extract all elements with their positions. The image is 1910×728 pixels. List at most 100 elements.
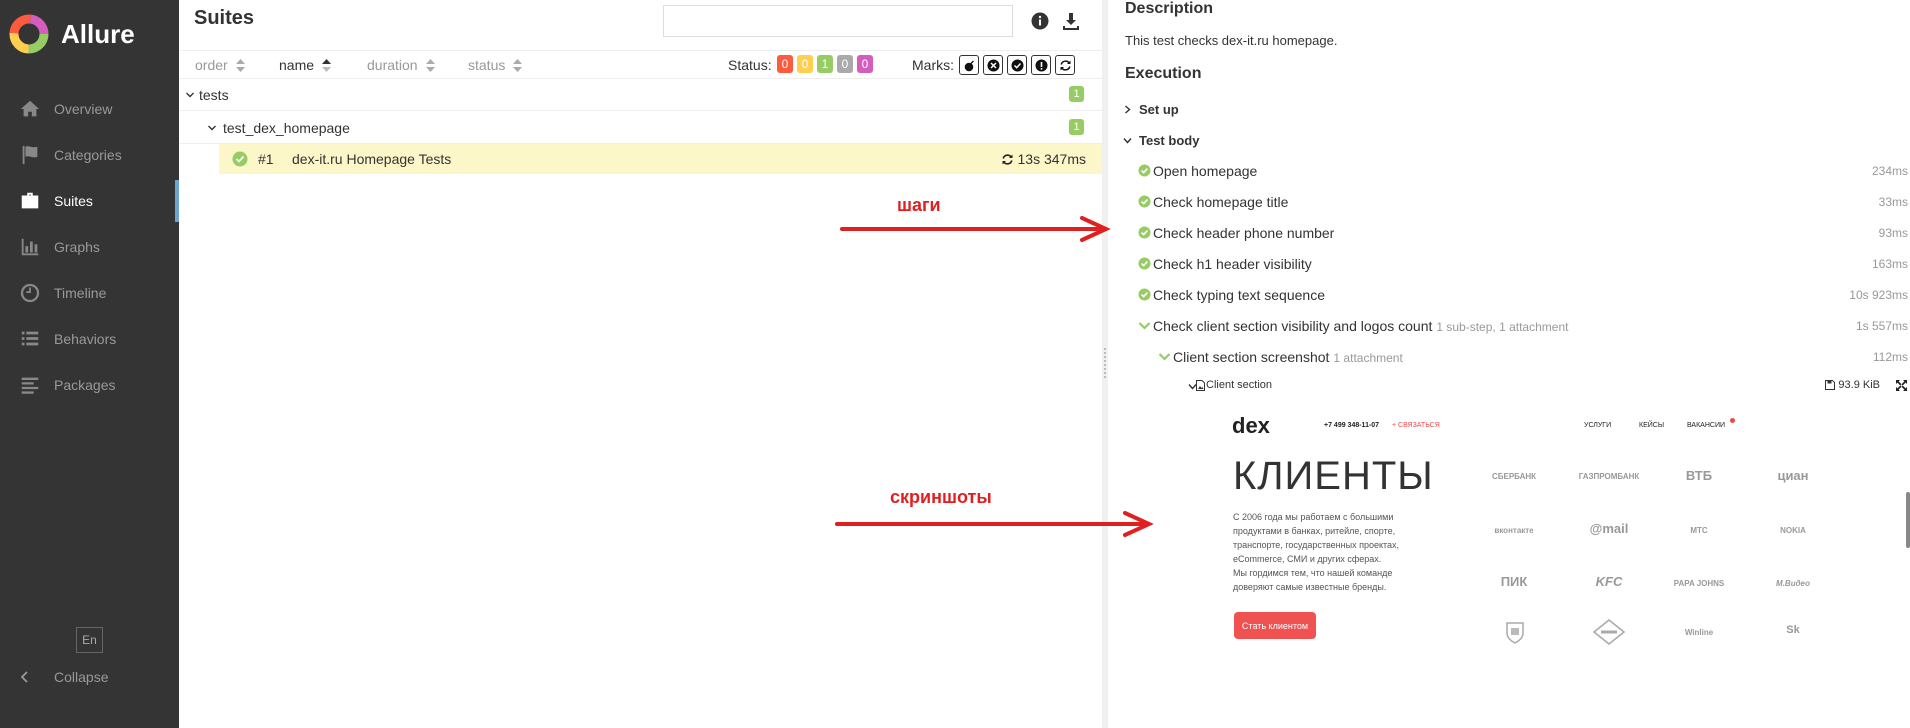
- download-icon[interactable]: [1060, 10, 1082, 32]
- step-meta: 1 attachment: [1333, 351, 1403, 365]
- sort-by-duration[interactable]: duration: [367, 57, 435, 73]
- chevron-down-icon: [186, 92, 194, 98]
- times-circle-icon: [987, 59, 999, 71]
- description-heading: Description: [1125, 0, 1214, 17]
- chevron-down-icon: [1138, 322, 1151, 330]
- sort-label: name: [279, 57, 315, 73]
- step-duration: 10s 923ms: [1849, 288, 1908, 302]
- passed-status-icon: [1138, 226, 1151, 239]
- step-row[interactable]: Check typing text sequence 10s 923ms: [1138, 284, 1910, 306]
- sidebar-item-packages[interactable]: Packages: [0, 362, 179, 408]
- client-logo: PAPA JOHNS: [1673, 579, 1725, 588]
- mark-new-broken-toggle[interactable]: [1031, 55, 1051, 75]
- chevron-down-icon: [1123, 137, 1132, 144]
- test-duration-value: 13s 347ms: [1017, 151, 1086, 167]
- step-name: Check h1 header visibility: [1153, 256, 1312, 272]
- scrollbar-thumb[interactable]: [1906, 492, 1910, 548]
- chevron-left-icon: [20, 671, 28, 683]
- sort-by-order[interactable]: order: [195, 57, 245, 73]
- test-body-section[interactable]: Test body: [1123, 130, 1199, 150]
- setup-section[interactable]: Set up: [1123, 99, 1179, 119]
- status-skipped-toggle[interactable]: 0: [837, 55, 853, 73]
- mark-retries-toggle[interactable]: [1055, 55, 1075, 75]
- page-title: Suites: [194, 7, 255, 29]
- sidebar-item-categories[interactable]: Categories: [0, 132, 179, 178]
- refresh-icon: [1059, 59, 1071, 71]
- sidebar-item-label: Graphs: [54, 239, 100, 255]
- language-switch[interactable]: En: [76, 627, 103, 653]
- collapse-button[interactable]: Collapse: [18, 664, 108, 690]
- home-icon: [18, 97, 42, 121]
- client-logo: СБЕРБАНК: [1491, 472, 1537, 481]
- client-logo: ПИК: [1500, 574, 1528, 589]
- mark-flaky-toggle[interactable]: [959, 55, 979, 75]
- shot-description: С 2006 года мы работаем с большими проду…: [1233, 512, 1400, 592]
- align-left-icon: [18, 373, 42, 397]
- description-text: This test checks dex-it.ru homepage.: [1125, 33, 1338, 48]
- tree-group-test-dex-homepage[interactable]: test_dex_homepage 1: [179, 112, 1102, 144]
- brand[interactable]: Allure: [9, 13, 135, 55]
- shot-phone: +7 499 348-11-07: [1324, 422, 1380, 429]
- sidebar-item-suites[interactable]: Suites: [0, 178, 179, 224]
- search-input[interactable]: [663, 5, 1013, 37]
- tree-group-label: tests: [199, 87, 229, 103]
- clock-icon: [18, 281, 42, 305]
- info-icon[interactable]: [1029, 10, 1051, 32]
- passed-status-icon: [232, 151, 248, 167]
- sidebar-item-graphs[interactable]: Graphs: [0, 224, 179, 270]
- collapse-label: Collapse: [54, 669, 109, 685]
- brand-name: Allure: [61, 18, 135, 49]
- test-name: dex-it.ru Homepage Tests: [292, 151, 452, 167]
- status-broken-toggle[interactable]: 0: [797, 55, 813, 73]
- attachment-screenshot: dex +7 499 348-11-07 + СВЯЗАТЬСЯ УСЛУГИ …: [1209, 406, 1909, 664]
- sort-arrows-icon: [235, 58, 245, 72]
- allure-logo-icon: [9, 14, 49, 54]
- step-duration: 163ms: [1871, 257, 1908, 271]
- tree-group-count: 1: [1069, 86, 1084, 102]
- status-passed-toggle[interactable]: 1: [817, 55, 833, 73]
- status-unknown-toggle[interactable]: 0: [857, 55, 873, 73]
- attachment-name: Client section: [1206, 379, 1273, 391]
- sidebar-item-label: Behaviors: [54, 331, 117, 347]
- shot-menu-item: КЕЙСЫ: [1639, 422, 1665, 429]
- step-row-expanded[interactable]: Check client section visibility and logo…: [1138, 315, 1910, 337]
- sidebar-item-behaviors[interactable]: Behaviors: [0, 316, 179, 362]
- sidebar-item-overview[interactable]: Overview: [0, 86, 179, 132]
- allure-report-app: Allure Overview Categories Suites Graphs: [0, 0, 1910, 728]
- attachment-row[interactable]: Client section 93.9 KiB: [1178, 376, 1910, 396]
- club-emblem-icon: [1506, 622, 1524, 644]
- shot-become-client-button: Стать клиентом: [1234, 612, 1316, 639]
- test-result-row[interactable]: #1 dex-it.ru Homepage Tests 13s 347ms: [219, 144, 1102, 174]
- mark-new-passed-toggle[interactable]: [1007, 55, 1027, 75]
- marks-filter-label: Marks:: [912, 57, 954, 73]
- status-failed-toggle[interactable]: 0: [777, 55, 793, 73]
- step-row[interactable]: Check header phone number 93ms: [1138, 222, 1910, 244]
- exclamation-circle-icon: [1035, 59, 1047, 71]
- spartak-emblem-icon: [1592, 618, 1626, 646]
- mark-new-failed-toggle[interactable]: [983, 55, 1003, 75]
- image-file-icon: [1196, 380, 1205, 391]
- sidebar-item-timeline[interactable]: Timeline: [0, 270, 179, 316]
- step-row[interactable]: Check homepage title 33ms: [1138, 191, 1910, 213]
- step-name-text: Check client section visibility and logo…: [1153, 318, 1433, 334]
- step-row[interactable]: Open homepage 234ms: [1138, 160, 1910, 182]
- chevron-right-icon: [1125, 104, 1131, 114]
- tree-group-tests[interactable]: tests 1: [179, 79, 1102, 111]
- sidebar: Allure Overview Categories Suites Graphs: [0, 0, 179, 728]
- passed-status-icon: [1138, 288, 1151, 301]
- step-row[interactable]: Check h1 header visibility 163ms: [1138, 253, 1910, 275]
- shot-menu-item: ВАКАНСИИ: [1687, 422, 1726, 429]
- setup-label: Set up: [1139, 101, 1179, 117]
- list-icon: [18, 327, 42, 351]
- chevron-down-icon: [208, 125, 216, 131]
- tree-group-label: test_dex_homepage: [223, 120, 350, 136]
- expand-icon[interactable]: [1895, 379, 1908, 392]
- sidebar-item-label: Timeline: [54, 285, 107, 301]
- sort-by-status[interactable]: status: [468, 57, 523, 73]
- test-duration: 13s 347ms: [1001, 151, 1086, 167]
- step-name: Open homepage: [1153, 163, 1258, 179]
- substep-row[interactable]: Client section screenshot 1 attachment 11…: [1158, 346, 1910, 368]
- sort-by-name[interactable]: name: [279, 57, 332, 73]
- client-logo: NOKIA: [1780, 526, 1806, 535]
- step-name-text: Client section screenshot: [1173, 349, 1330, 365]
